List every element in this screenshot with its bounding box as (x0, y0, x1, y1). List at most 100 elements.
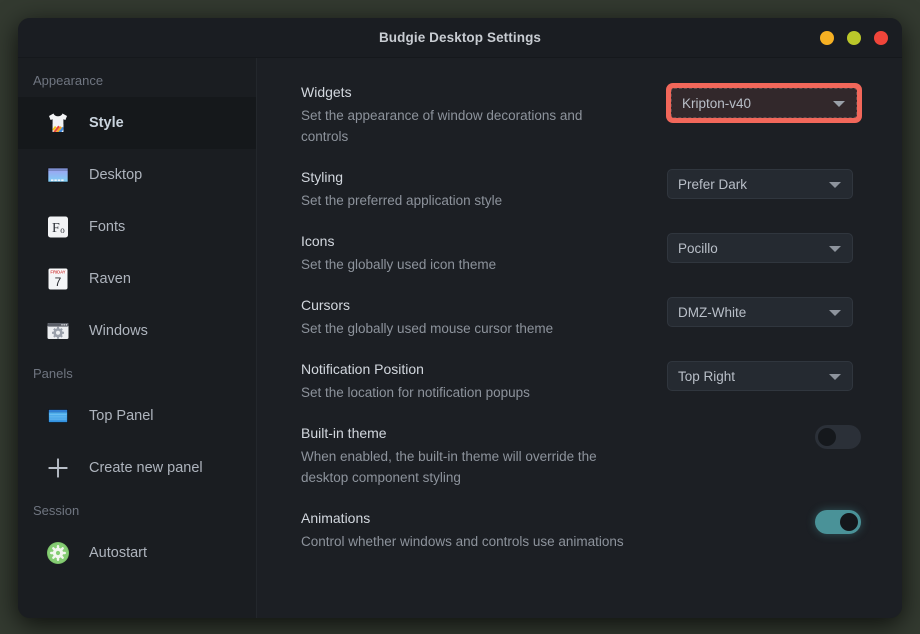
setting-row-cursors: Cursors Set the globally used mouse curso… (301, 295, 874, 339)
setting-control-cell: DMZ-White (631, 295, 874, 327)
setting-description: Control whether windows and controls use… (301, 534, 624, 549)
sidebar-item-fonts[interactable]: Fo Fonts (18, 201, 256, 253)
setting-row-animations: Animations Control whether windows and co… (301, 508, 874, 552)
toggle-knob (840, 513, 858, 531)
sidebar-item-windows[interactable]: Windows (18, 305, 256, 357)
top-panel-icon (45, 403, 71, 429)
svg-text:o: o (60, 225, 65, 235)
chevron-down-icon (829, 374, 841, 380)
widgets-combobox[interactable]: Kripton-v40 (671, 88, 857, 118)
setting-description: Set the appearance of window decorations… (301, 108, 583, 144)
setting-control-cell (631, 508, 874, 534)
sidebar-item-label: Style (89, 115, 124, 131)
setting-text: Notification Position Set the location fo… (301, 359, 631, 403)
setting-title: Icons (301, 233, 335, 249)
setting-row-built-in-theme: Built-in theme When enabled, the built-in… (301, 423, 874, 488)
setting-text: Widgets Set the appearance of window deco… (301, 82, 631, 147)
chevron-down-icon (833, 101, 845, 107)
setting-description: Set the preferred application style (301, 193, 503, 208)
setting-control-cell: Kripton-v40 (631, 82, 874, 122)
sidebar-item-style[interactable]: Style (18, 97, 256, 149)
sidebar-section-header: Session (33, 503, 80, 518)
calendar-icon: FRIDAY 7 (45, 266, 71, 292)
svg-text:F: F (52, 221, 60, 236)
sidebar-item-label: Desktop (89, 167, 143, 183)
chevron-down-icon (829, 182, 841, 188)
sidebar-item-create-new-panel[interactable]: Create new panel (18, 442, 256, 494)
combobox-wrapper: Prefer Dark (667, 169, 853, 199)
setting-title: Built-in theme (301, 425, 387, 441)
combobox-value: DMZ-White (678, 304, 747, 320)
settings-window: Budgie Desktop Settings Appearance Style D… (18, 18, 902, 618)
setting-description: When enabled, the built-in theme will ov… (301, 449, 597, 485)
sidebar-item-label: Create new panel (89, 460, 203, 476)
styling-combobox[interactable]: Prefer Dark (667, 169, 853, 199)
sidebar-item-desktop[interactable]: Desktop (18, 149, 256, 201)
toggle-knob (818, 428, 836, 446)
setting-description: Set the location for notification popups (301, 385, 530, 400)
sidebar-item-label: Windows (89, 323, 148, 339)
sidebar-section-header: Appearance (33, 73, 104, 88)
setting-row-styling: Styling Set the preferred application sty… (301, 167, 874, 211)
icons-combobox[interactable]: Pocillo (667, 233, 853, 263)
combobox-value: Kripton-v40 (682, 95, 752, 111)
notification-position-combobox[interactable]: Top Right (667, 361, 853, 391)
setting-control-cell: Top Right (631, 359, 874, 391)
sidebar-item-raven[interactable]: FRIDAY 7 Raven (18, 253, 256, 305)
svg-text:FRIDAY: FRIDAY (50, 269, 65, 274)
setting-text: Animations Control whether windows and co… (301, 508, 631, 552)
sidebar-item-top-panel[interactable]: Top Panel (18, 390, 256, 442)
setting-row-notification-position: Notification Position Set the location fo… (301, 359, 874, 403)
setting-title: Animations (301, 510, 371, 526)
gear-green-icon (45, 540, 71, 566)
setting-title: Cursors (301, 297, 351, 313)
built-in-theme-toggle[interactable] (815, 425, 861, 449)
window-controls (820, 18, 888, 58)
window-titlebar[interactable]: Budgie Desktop Settings (18, 18, 902, 58)
settings-panel: Widgets Set the appearance of window deco… (257, 58, 902, 618)
sidebar-item-label: Autostart (89, 545, 148, 561)
setting-control-cell: Prefer Dark (631, 167, 874, 199)
sidebar-item-label: Fonts (89, 219, 126, 235)
setting-description: Set the globally used icon theme (301, 257, 497, 272)
setting-text: Styling Set the preferred application sty… (301, 167, 631, 211)
combobox-value: Prefer Dark (678, 176, 748, 192)
cursors-combobox[interactable]: DMZ-White (667, 297, 853, 327)
tshirt-icon (45, 110, 71, 136)
minimize-button[interactable] (820, 31, 834, 45)
setting-row-widgets: Widgets Set the appearance of window deco… (301, 82, 874, 147)
sidebar-item-label: Raven (89, 271, 131, 287)
setting-title: Widgets (301, 84, 352, 100)
setting-text: Built-in theme When enabled, the built-in… (301, 423, 631, 488)
sidebar-section-header: Panels (33, 366, 73, 381)
chevron-down-icon (829, 246, 841, 252)
combobox-value: Top Right (678, 368, 736, 384)
sidebar-item-label: Top Panel (89, 408, 154, 424)
plus-icon (45, 455, 71, 481)
combobox-wrapper: Top Right (667, 361, 853, 391)
combobox-wrapper: DMZ-White (667, 297, 853, 327)
animations-toggle[interactable] (815, 510, 861, 534)
chevron-down-icon (829, 310, 841, 316)
setting-text: Icons Set the globally used icon theme (301, 231, 631, 275)
page-title: Budgie Desktop Settings (378, 30, 542, 45)
setting-row-icons: Icons Set the globally used icon theme Poc… (301, 231, 874, 275)
close-button[interactable] (874, 31, 888, 45)
window-gear-icon (45, 318, 71, 344)
setting-control-cell: Pocillo (631, 231, 874, 263)
desktop-icon (45, 162, 71, 188)
fonts-icon: Fo (45, 214, 71, 240)
setting-description: Set the globally used mouse cursor theme (301, 321, 554, 336)
setting-text: Cursors Set the globally used mouse curso… (301, 295, 631, 339)
window-body: Appearance Style Desktop Fo Fonts FRIDAY 7 Rave… (18, 58, 902, 618)
combobox-wrapper: Pocillo (667, 233, 853, 263)
sidebar: Appearance Style Desktop Fo Fonts FRIDAY 7 Rave… (18, 58, 257, 618)
highlighted-combobox-wrapper: Kripton-v40 (667, 84, 861, 122)
setting-title: Styling (301, 169, 344, 185)
svg-text:7: 7 (55, 275, 62, 289)
combobox-value: Pocillo (678, 240, 718, 256)
setting-control-cell (631, 423, 874, 449)
maximize-button[interactable] (847, 31, 861, 45)
sidebar-item-autostart[interactable]: Autostart (18, 527, 256, 579)
setting-title: Notification Position (301, 361, 424, 377)
